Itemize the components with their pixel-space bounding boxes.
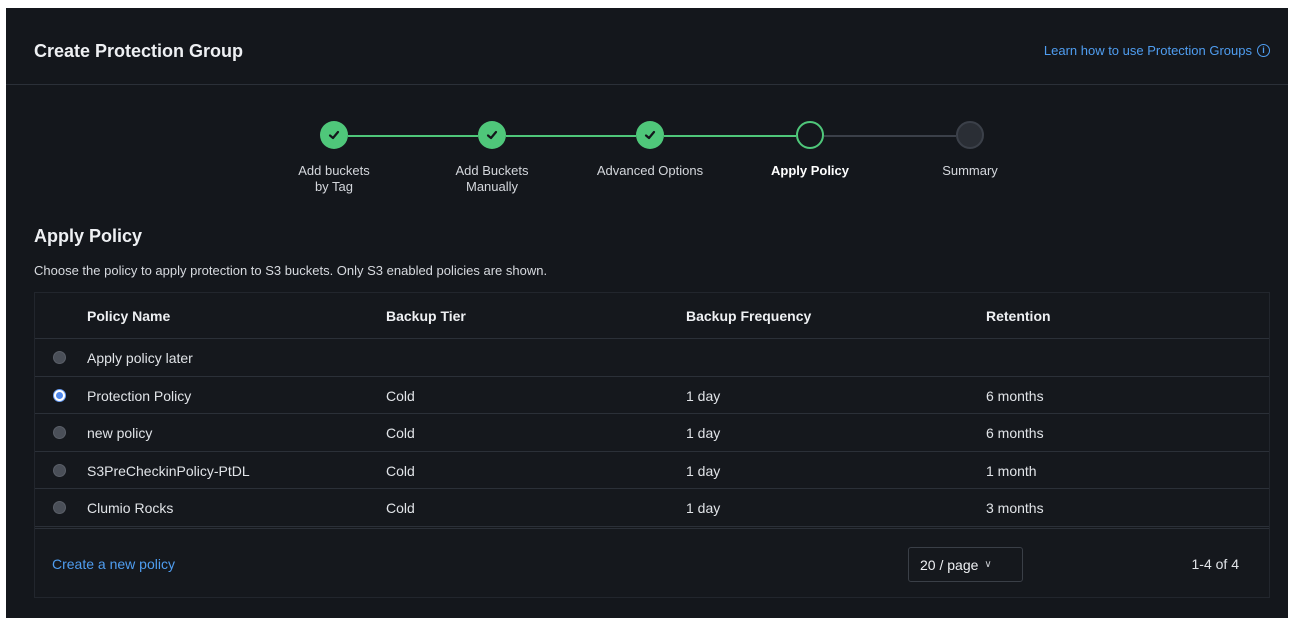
table-row[interactable]: S3PreCheckinPolicy-PtDL Cold 1 day 1 mon… (35, 452, 1269, 489)
learn-protection-groups-link[interactable]: Learn how to use Protection Groups i (1044, 43, 1270, 58)
create-new-policy-link[interactable]: Create a new policy (52, 556, 175, 572)
policy-table: Policy Name Backup Tier Backup Frequency… (34, 292, 1270, 598)
wizard-stepper: Add buckets by Tag Add Buckets Manually … (6, 108, 1288, 218)
step-connector (348, 135, 478, 137)
column-header-backup-frequency: Backup Frequency (686, 308, 812, 324)
policy-radio[interactable] (53, 463, 66, 477)
policy-name: Clumio Rocks (87, 500, 174, 516)
backup-frequency: 1 day (686, 387, 721, 404)
step-5-pending-indicator (956, 121, 984, 149)
learn-link-label[interactable]: Learn how to use Protection Groups (1044, 43, 1252, 58)
chevron-down-icon: ∨ (984, 559, 992, 570)
table-row[interactable]: new policy Cold 1 day 6 months (35, 414, 1269, 452)
section-title: Apply Policy (34, 226, 143, 246)
policy-name: Protection Policy (87, 387, 192, 404)
page-size-select[interactable]: 20 / page ∨ (908, 547, 1023, 582)
policy-radio[interactable] (53, 501, 66, 514)
step-label-advanced-options: Advanced Options (596, 163, 704, 178)
backup-tier: Cold (386, 425, 415, 441)
panel-header: Create Protection Group Learn how to use… (6, 8, 1288, 85)
table-row[interactable]: Protection Policy Cold 1 day 6 months (35, 377, 1269, 414)
backup-frequency: 1 day (686, 425, 721, 441)
backup-frequency: 1 day (686, 500, 721, 516)
pagination-range: 1-4 of 4 (1191, 556, 1239, 572)
table-footer: Create a new policy 20 / page ∨ 1-4 of 4 (35, 528, 1269, 598)
step-connector (664, 135, 796, 137)
step-2-check-icon (478, 121, 506, 149)
step-4-current-indicator (796, 121, 824, 149)
policy-name: new policy (87, 425, 153, 441)
backup-frequency: 1 day (686, 462, 721, 479)
column-header-retention: Retention (986, 308, 1051, 324)
retention: 3 months (986, 500, 1044, 516)
page-size-value: 20 / page (920, 556, 979, 573)
policy-radio[interactable] (53, 426, 66, 439)
backup-tier: Cold (386, 387, 415, 404)
step-1-check-icon (320, 121, 348, 149)
section-description: Choose the policy to apply protection to… (34, 263, 548, 278)
policy-name: S3PreCheckinPolicy-PtDL (87, 462, 250, 479)
policy-radio[interactable] (53, 351, 66, 364)
table-row[interactable]: Clumio Rocks Cold 1 day 3 months (35, 489, 1269, 527)
step-label-add-buckets-by-tag: Add buckets by Tag (298, 163, 370, 194)
backup-tier: Cold (386, 462, 415, 479)
retention: 6 months (986, 387, 1044, 404)
column-header-policy-name: Policy Name (87, 308, 171, 324)
step-3-check-icon (636, 121, 664, 149)
table-header: Policy Name Backup Tier Backup Frequency… (35, 293, 1269, 339)
column-header-backup-tier: Backup Tier (386, 308, 466, 324)
page-title: Create Protection Group (34, 41, 244, 61)
step-label-summary: Summary (942, 163, 998, 178)
create-protection-group-panel: Create Protection Group Learn how to use… (6, 8, 1288, 618)
info-icon: i (1257, 44, 1270, 57)
policy-name: Apply policy later (87, 350, 193, 366)
step-label-add-buckets-manually: Add Buckets Manually (455, 163, 529, 194)
backup-tier: Cold (386, 500, 415, 516)
step-connector (824, 135, 956, 137)
table-row[interactable]: Apply policy later (35, 339, 1269, 377)
step-connector (506, 135, 636, 137)
retention: 6 months (986, 425, 1044, 441)
step-label-apply-policy: Apply Policy (770, 163, 850, 178)
policy-radio-selected[interactable] (53, 388, 66, 402)
retention: 1 month (986, 462, 1037, 479)
